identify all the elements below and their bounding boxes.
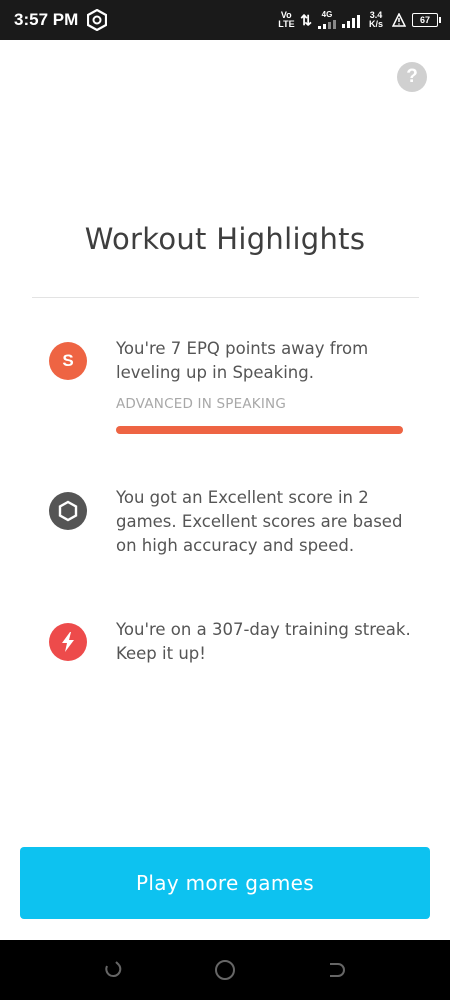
level-label: ADVANCED IN SPEAKING (116, 396, 286, 412)
app-notification-icon (87, 9, 107, 31)
speaking-s-badge-icon: S (49, 342, 87, 380)
highlight-speaking-text: You're 7 EPQ points away from leveling u… (116, 339, 369, 382)
status-time: 3:57 PM (14, 10, 79, 29)
help-button[interactable]: ? (397, 62, 427, 92)
level-progress-fill (116, 426, 403, 434)
help-icon: ? (406, 66, 418, 87)
system-nav-bar (0, 940, 450, 1000)
back-icon[interactable] (326, 960, 346, 980)
network-speed: 3.4 K/s (368, 10, 383, 29)
volte-indicator: Vo LTE (278, 10, 295, 29)
warning-icon (392, 13, 406, 27)
home-icon[interactable] (214, 959, 236, 981)
title-divider (32, 297, 419, 298)
status-bar: 3:57 PM Vo LTE ⇅ 4G 3.4 K/s 67 (0, 0, 450, 40)
data-activity-icon: ⇅ (300, 11, 312, 28)
signal-strength-icon (318, 19, 336, 29)
signal-strength-2-icon (342, 12, 360, 28)
page-title: Workout Highlights (84, 222, 366, 256)
signal-4g: 4G (318, 11, 336, 29)
level-progress-bar (116, 426, 403, 434)
battery-icon: 67 (412, 13, 441, 27)
recent-apps-icon[interactable] (103, 960, 123, 980)
play-more-games-button[interactable]: Play more games (20, 847, 430, 919)
highlight-streak-text: You're on a 307-day training streak. Kee… (116, 620, 411, 663)
lightning-bolt-icon (49, 623, 87, 661)
battery-level: 67 (419, 15, 430, 25)
highlight-excellent-text: You got an Excellent score in 2 games. E… (116, 488, 403, 555)
hexagon-excellent-icon (49, 492, 87, 530)
